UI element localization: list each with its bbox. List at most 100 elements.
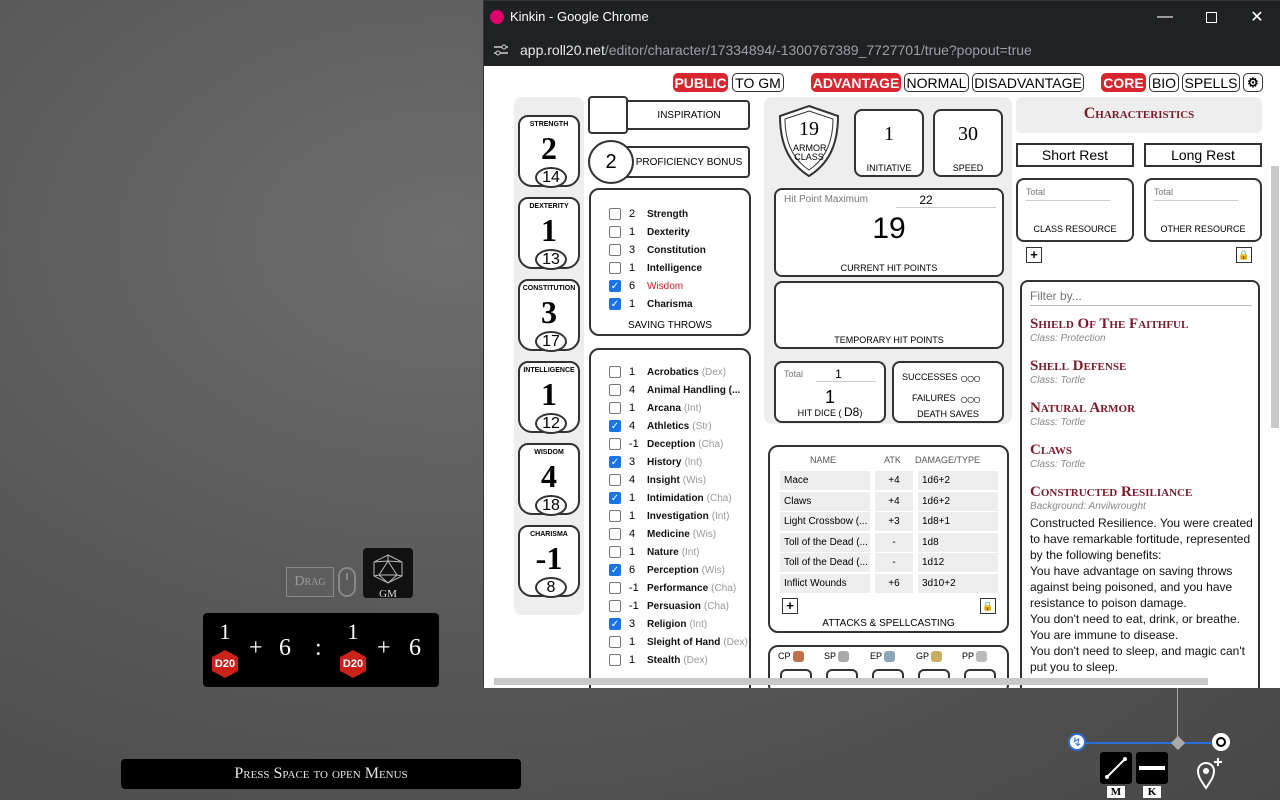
disadvantage-toggle[interactable]: DISADVANTAGE: [972, 73, 1084, 92]
skill-row[interactable]: 4 Animal Handling (...: [609, 381, 743, 399]
coin-cp[interactable]: CP: [778, 651, 812, 683]
skill-checkbox[interactable]: ✓: [609, 456, 621, 468]
skill-row[interactable]: ✓ 3 Religion (Int): [609, 615, 707, 633]
skill-checkbox[interactable]: [609, 474, 621, 486]
save-row[interactable]: ✓ 6 Wisdom: [609, 277, 683, 295]
ability-strength[interactable]: STRENGTH 2 14: [518, 115, 580, 188]
feature-item[interactable]: Natural Armor Class: Tortle: [1030, 400, 1260, 428]
skill-row[interactable]: ✓ 4 Athletics (Str): [609, 417, 712, 435]
lock-icon[interactable]: 🔒: [980, 598, 996, 614]
filter-input[interactable]: [1030, 286, 1252, 306]
skill-row[interactable]: -1 Deception (Cha): [609, 435, 723, 453]
minimize-button[interactable]: —: [1142, 1, 1188, 33]
skill-row[interactable]: -1 Persuasion (Cha): [609, 597, 729, 615]
save-checkbox-checked[interactable]: ✓: [609, 280, 621, 292]
inspiration-checkbox[interactable]: [588, 96, 628, 134]
gm-roll-toggle[interactable]: GM: [363, 548, 413, 600]
skill-checkbox[interactable]: [609, 600, 621, 612]
feature-item[interactable]: Shell Defense Class: Tortle: [1030, 358, 1260, 386]
skill-row[interactable]: 1 Nature (Int): [609, 543, 699, 561]
save-row[interactable]: ✓ 1 Charisma: [609, 295, 693, 313]
skill-checkbox[interactable]: [609, 582, 621, 594]
maximize-button[interactable]: [1188, 1, 1234, 33]
skill-checkbox[interactable]: ✓: [609, 420, 621, 432]
ability-wisdom[interactable]: WISDOM 4 18: [518, 443, 580, 516]
vertical-scrollbar[interactable]: [1271, 166, 1279, 428]
public-toggle[interactable]: PUBLIC: [673, 73, 728, 92]
death-save-success-circles[interactable]: ○○○: [960, 370, 981, 386]
death-save-failure-circles[interactable]: ○○○: [960, 391, 981, 407]
target-icon[interactable]: [1212, 733, 1230, 751]
ability-intelligence[interactable]: INTELLIGENCE 1 12: [518, 361, 580, 434]
skill-row[interactable]: 1 Acrobatics (Dex): [609, 363, 726, 381]
speed-box[interactable]: 30 SPEED: [933, 109, 1003, 177]
ability-constitution[interactable]: CONSTITUTION 3 17: [518, 279, 580, 352]
initiative-box[interactable]: 1 INITIATIVE: [854, 109, 924, 177]
advantage-toggle[interactable]: ADVANTAGE: [811, 73, 901, 92]
skill-row[interactable]: 4 Medicine (Wis): [609, 525, 716, 543]
tool-start-node[interactable]: ↯: [1068, 733, 1086, 751]
coin-ep[interactable]: EP: [870, 651, 904, 683]
save-checkbox[interactable]: [609, 226, 621, 238]
save-row[interactable]: 2 Strength: [609, 205, 688, 223]
coin-gp[interactable]: GP: [916, 651, 950, 683]
skill-checkbox[interactable]: ✓: [609, 564, 621, 576]
skill-checkbox[interactable]: [609, 384, 621, 396]
hit-points-box[interactable]: Hit Point Maximum 22 19 CURRENT HIT POIN…: [774, 188, 1004, 277]
save-checkbox-checked[interactable]: ✓: [609, 298, 621, 310]
save-checkbox[interactable]: [609, 208, 621, 220]
horizontal-scrollbar[interactable]: [494, 678, 1208, 685]
spells-tab[interactable]: SPELLS: [1182, 73, 1240, 92]
settings-gear-icon[interactable]: ⚙: [1243, 73, 1263, 92]
inspiration-field[interactable]: INSPIRATION: [608, 100, 750, 130]
hit-dice-box[interactable]: Total 1 1 HIT DICE ( D8): [774, 361, 886, 423]
save-row[interactable]: 3 Constitution: [609, 241, 706, 259]
skill-checkbox[interactable]: ✓: [609, 492, 621, 504]
characteristics-header[interactable]: Characteristics: [1016, 97, 1262, 133]
coin-sp[interactable]: SP: [824, 651, 858, 683]
feature-item[interactable]: Claws Class: Tortle: [1030, 442, 1260, 470]
lock-icon[interactable]: 🔒: [1236, 247, 1252, 263]
skill-row[interactable]: ✓ 3 History (Int): [609, 453, 702, 471]
skill-row[interactable]: 1 Stealth (Dex): [609, 651, 708, 669]
to-gm-toggle[interactable]: TO GM: [732, 73, 784, 92]
skill-checkbox[interactable]: [609, 546, 621, 558]
skill-checkbox[interactable]: ✓: [609, 618, 621, 630]
save-checkbox[interactable]: [609, 262, 621, 274]
skill-checkbox[interactable]: [609, 510, 621, 522]
ability-charisma[interactable]: CHARISMA -1 8: [518, 525, 580, 598]
add-marker-icon[interactable]: [1194, 758, 1222, 790]
skill-checkbox[interactable]: [609, 438, 621, 450]
feature-item[interactable]: Shield Of The Faithful Class: Protection: [1030, 316, 1260, 344]
add-resource-button[interactable]: +: [1026, 247, 1042, 263]
save-row[interactable]: 1 Dexterity: [609, 223, 690, 241]
skill-checkbox[interactable]: [609, 366, 621, 378]
save-checkbox[interactable]: [609, 244, 621, 256]
close-button[interactable]: ✕: [1234, 1, 1280, 33]
drag-button[interactable]: Drag: [286, 567, 334, 597]
short-rest-button[interactable]: Short Rest: [1016, 143, 1134, 167]
tool-slider-track[interactable]: [1078, 742, 1222, 744]
tool-mid-node[interactable]: [1170, 735, 1186, 751]
feature-item[interactable]: Constructed Resiliance Background: Anvilw…: [1030, 484, 1260, 512]
skill-checkbox[interactable]: [609, 402, 621, 414]
skill-row[interactable]: 1 Arcana (Int): [609, 399, 702, 417]
site-settings-icon[interactable]: [492, 41, 510, 59]
long-rest-button[interactable]: Long Rest: [1144, 143, 1262, 167]
skill-row[interactable]: 4 Insight (Wis): [609, 471, 706, 489]
add-attack-button[interactable]: +: [782, 598, 798, 614]
measure-tool-button[interactable]: [1136, 752, 1168, 784]
skill-row[interactable]: ✓ 6 Perception (Wis): [609, 561, 725, 579]
skill-row[interactable]: 1 Investigation (Int): [609, 507, 729, 525]
normal-toggle[interactable]: NORMAL: [904, 73, 969, 92]
coin-pp[interactable]: PP: [962, 651, 996, 683]
address-bar[interactable]: app.roll20.net/editor/character/17334894…: [484, 33, 1280, 66]
url-text[interactable]: app.roll20.net/editor/character/17334894…: [520, 42, 1032, 58]
save-row[interactable]: 1 Intelligence: [609, 259, 702, 277]
skill-checkbox[interactable]: [609, 654, 621, 666]
temp-hit-points-box[interactable]: TEMPORARY HIT POINTS: [774, 281, 1004, 349]
skill-checkbox[interactable]: [609, 528, 621, 540]
skill-row[interactable]: -1 Performance (Cha): [609, 579, 736, 597]
skill-row[interactable]: 1 Sleight of Hand (Dex): [609, 633, 748, 651]
skill-checkbox[interactable]: [609, 636, 621, 648]
